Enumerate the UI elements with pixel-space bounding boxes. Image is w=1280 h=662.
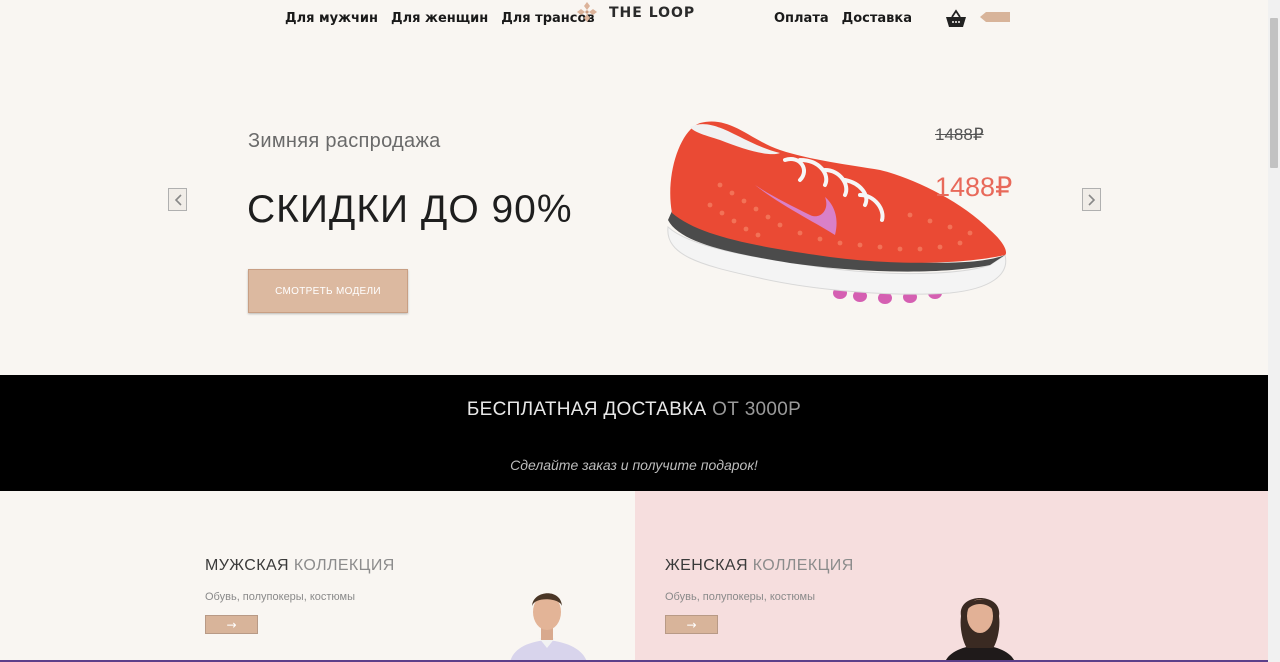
women-title-light: КОЛЛЕКЦИЯ xyxy=(752,557,854,574)
chevron-right-icon xyxy=(1087,193,1095,206)
site-logo[interactable]: THE LOOP xyxy=(575,1,695,23)
logo-flower-icon xyxy=(577,2,597,22)
male-model-image xyxy=(510,593,587,662)
site-header: Для мужчин Для женщин Для трансов THE LO… xyxy=(0,0,1268,40)
slider-prev-button[interactable] xyxy=(168,188,187,211)
women-title-strong: ЖЕНСКАЯ xyxy=(665,557,748,574)
women-collection-description: Обувь, полупокеры, костюмы xyxy=(665,591,816,603)
collections-section: МУЖСКАЯ КОЛЛЕКЦИЯ Обувь, полупокеры, кос… xyxy=(0,491,1268,662)
men-collection: МУЖСКАЯ КОЛЛЕКЦИЯ Обувь, полупокеры, кос… xyxy=(0,491,635,662)
nav-link-women[interactable]: Для женщин xyxy=(391,11,488,26)
logo-text: THE LOOP xyxy=(609,5,696,21)
hero-subtitle: Зимняя распродажа xyxy=(248,130,441,152)
promo-title-strong: БЕСПЛАТНАЯ ДОСТАВКА xyxy=(466,399,707,420)
promo-subtitle: Сделайте заказ и получите подарок! xyxy=(510,457,758,473)
men-collection-button[interactable]: → xyxy=(205,615,258,634)
women-collection: ЖЕНСКАЯ КОЛЛЕКЦИЯ Обувь, полупокеры, кос… xyxy=(635,491,1268,662)
main-nav: Для мужчин Для женщин Для трансов xyxy=(285,11,595,26)
promo-title-light: ОТ 3000Р xyxy=(712,399,802,420)
secondary-nav: Оплата Доставка xyxy=(774,11,912,26)
scrollbar-thumb[interactable] xyxy=(1270,18,1278,168)
old-price: 1488₽ xyxy=(935,125,984,144)
free-delivery-banner: БЕСПЛАТНАЯ ДОСТАВКА ОТ 3000Р Сделайте за… xyxy=(0,375,1268,491)
basket-icon[interactable] xyxy=(945,9,967,29)
nav-link-men[interactable]: Для мужчин xyxy=(285,11,378,26)
view-models-button[interactable]: СМОТРЕТЬ МОДЕЛИ xyxy=(248,269,408,313)
hero-title: СКИДКИ ДО 90% xyxy=(247,188,573,231)
slider-next-button[interactable] xyxy=(1082,188,1101,211)
nav-link-payment[interactable]: Оплата xyxy=(774,11,829,26)
sale-price: 1488₽ xyxy=(935,172,1013,202)
men-title-strong: МУЖСКАЯ xyxy=(205,557,289,574)
female-model-image xyxy=(945,598,1015,662)
nav-link-delivery[interactable]: Доставка xyxy=(842,11,912,26)
chevron-left-icon xyxy=(174,193,182,206)
women-collection-button[interactable]: → xyxy=(665,615,718,634)
men-title-light: КОЛЛЕКЦИЯ xyxy=(293,557,395,574)
vertical-scrollbar[interactable] xyxy=(1268,0,1280,662)
men-collection-title: МУЖСКАЯ КОЛЛЕКЦИЯ xyxy=(205,557,395,575)
language-flag-icon[interactable] xyxy=(980,12,1010,22)
hero-slider: Зимняя распродажа СКИДКИ ДО 90% СМОТРЕТЬ… xyxy=(0,40,1268,375)
women-collection-title: ЖЕНСКАЯ КОЛЛЕКЦИЯ xyxy=(665,557,854,575)
men-collection-description: Обувь, полупокеры, костюмы xyxy=(205,591,356,603)
promo-title: БЕСПЛАТНАЯ ДОСТАВКА ОТ 3000Р xyxy=(0,399,1268,421)
